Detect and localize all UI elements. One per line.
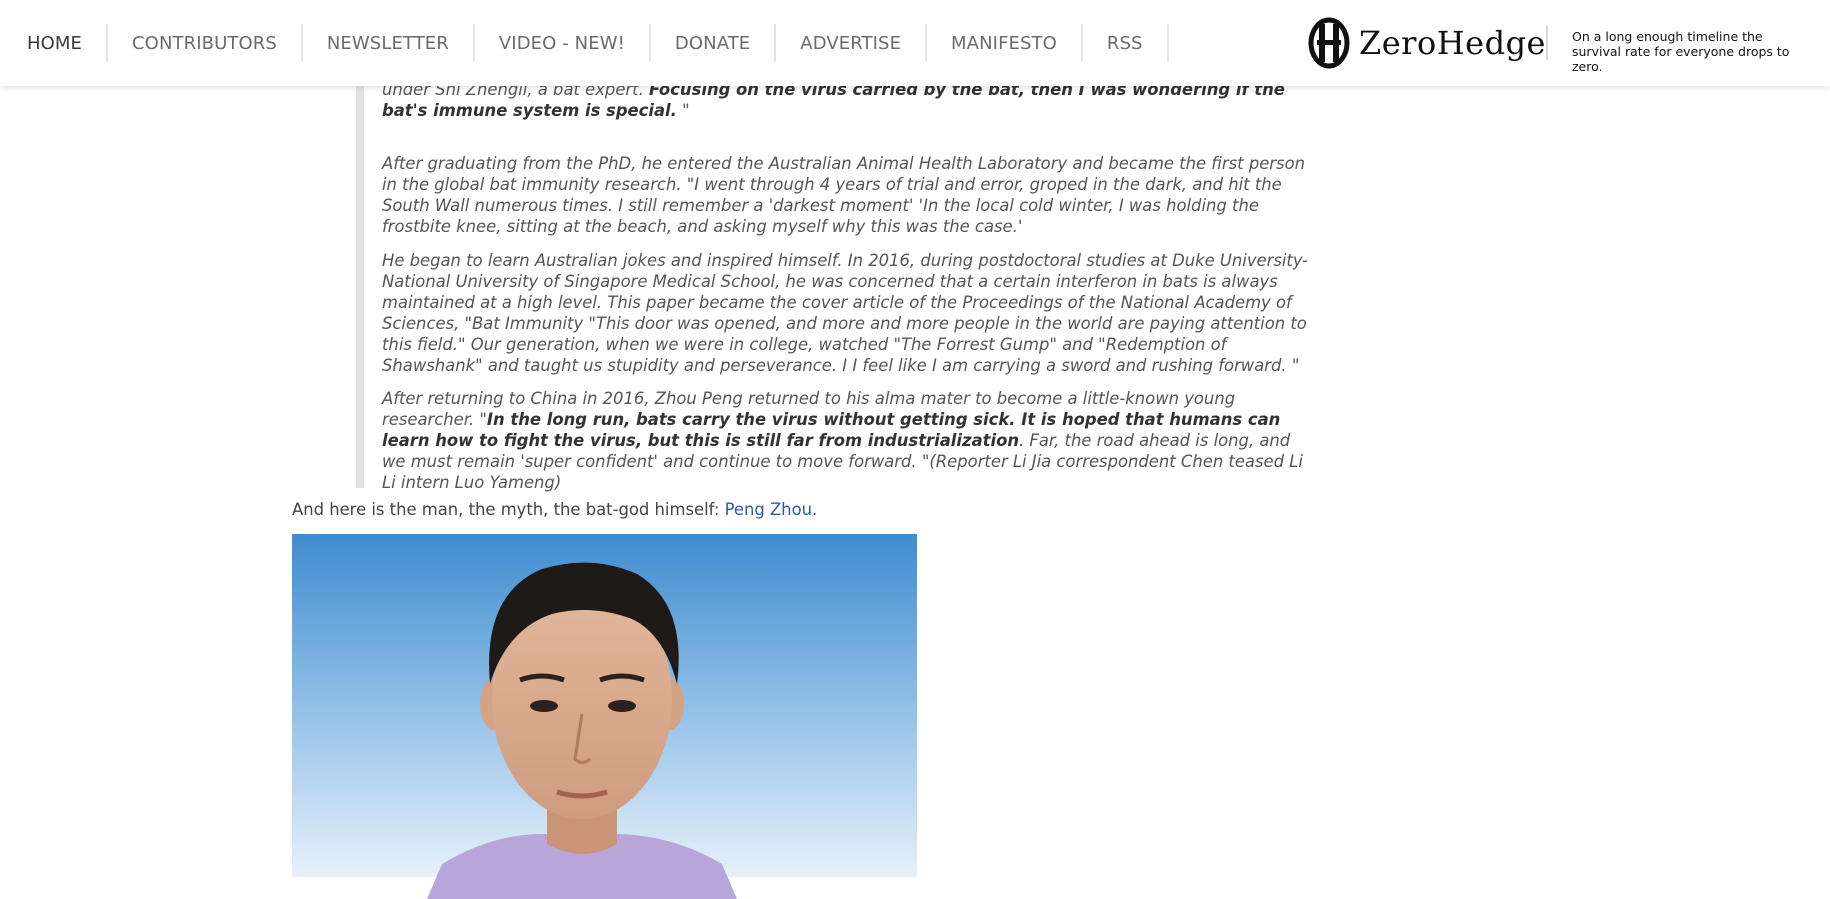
site-header: HOME CONTRIBUTORS NEWSLETTER VIDEO - NEW… xyxy=(0,0,1830,86)
brand-name: ZeroHedge xyxy=(1359,24,1546,62)
nav-newsletter[interactable]: NEWSLETTER xyxy=(303,0,473,86)
nav-advertise[interactable]: ADVERTISE xyxy=(776,0,925,86)
nav-home[interactable]: HOME xyxy=(0,0,106,86)
blockquote-bar xyxy=(356,60,364,488)
quote-paragraph-4: After returning to China in 2016, Zhou P… xyxy=(382,389,1303,492)
intro-line: And here is the man, the myth, the bat-g… xyxy=(292,500,818,519)
site-tagline: On a long enough timeline the survival r… xyxy=(1572,29,1790,74)
nav-contributors[interactable]: CONTRIBUTORS xyxy=(108,0,301,86)
nav-rss[interactable]: RSS xyxy=(1083,0,1167,86)
portrait-photo xyxy=(292,534,917,899)
main-nav: HOME CONTRIBUTORS NEWSLETTER VIDEO - NEW… xyxy=(0,0,1169,86)
nav-manifesto[interactable]: MANIFESTO xyxy=(927,0,1081,86)
zerohedge-logo-icon xyxy=(1308,17,1350,69)
nav-video[interactable]: VIDEO - NEW! xyxy=(475,0,649,86)
nav-divider xyxy=(1166,24,1169,62)
peng-zhou-link[interactable]: Peng Zhou xyxy=(725,500,812,519)
brand-divider xyxy=(1546,26,1548,60)
quote-paragraph-3: He began to learn Australian jokes and i… xyxy=(382,251,1308,375)
article-body: the Wuhan Institute of Virology of the C… xyxy=(0,0,1830,899)
quote-paragraph-2: After graduating from the PhD, he entere… xyxy=(382,154,1305,236)
nav-donate[interactable]: DONATE xyxy=(651,0,774,86)
brand-logo[interactable]: ZeroHedge xyxy=(1307,14,1546,72)
